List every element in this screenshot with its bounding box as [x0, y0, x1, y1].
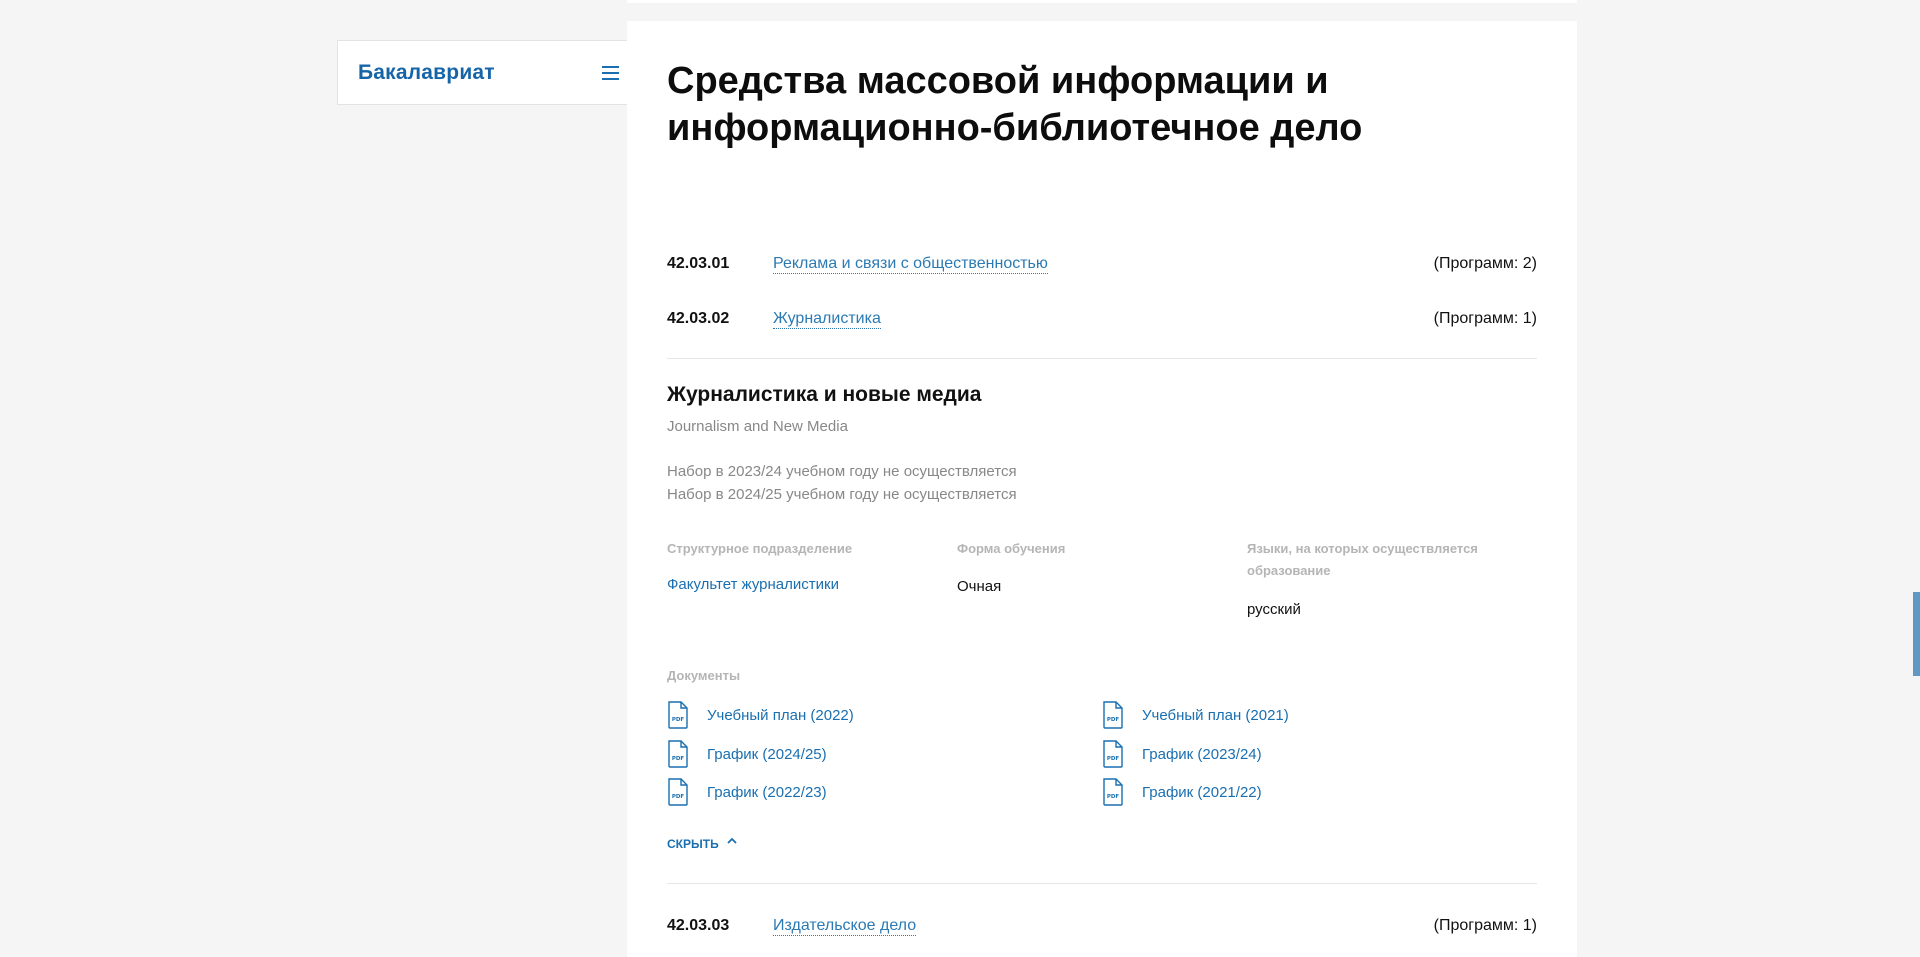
document-label: График (2024/25): [707, 746, 827, 763]
scrollbar-thumb[interactable]: [1913, 592, 1920, 676]
svg-text:PDF: PDF: [1107, 794, 1120, 800]
languages-value: русский: [1247, 601, 1301, 618]
pdf-file-icon: PDF: [668, 778, 688, 806]
pdf-file-icon: PDF: [668, 740, 688, 768]
document-label: Учебный план (2022): [707, 707, 854, 724]
specialty-link[interactable]: Реклама и связи с общественностью: [773, 255, 1048, 274]
document-label: График (2022/23): [707, 784, 827, 801]
enrollment-note: Набор в 2023/24 учебном году не осуществ…: [667, 463, 1017, 480]
specialty-link[interactable]: Журналистика: [773, 310, 881, 329]
svg-text:PDF: PDF: [672, 717, 685, 723]
enrollment-note: Набор в 2024/25 учебном году не осуществ…: [667, 486, 1017, 503]
study-form-label: Форма обучения: [957, 541, 1066, 556]
department-label: Структурное подразделение: [667, 541, 853, 556]
languages-label: Языки, на которых осуществляется образов…: [1247, 541, 1478, 578]
department-link[interactable]: Факультет журналистики: [667, 576, 839, 593]
specialty-code: 42.03.01: [667, 255, 730, 272]
specialty-code: 42.03.03: [667, 917, 730, 934]
page: Бакалавриат Средства массовой информации…: [0, 0, 1920, 957]
specialty-row: 42.03.03 Издательское дело (Программ: 1): [667, 915, 1537, 939]
program-title: Журналистика и новые медиа: [667, 383, 982, 406]
main-content: Средства массовой информации и информаци…: [627, 21, 1577, 957]
svg-text:PDF: PDF: [672, 794, 685, 800]
top-strip: [627, 0, 1577, 3]
study-form-value: Очная: [957, 578, 1002, 595]
pdf-file-icon: PDF: [1103, 778, 1123, 806]
specialty-row: 42.03.01 Реклама и связи с общественност…: [667, 253, 1537, 277]
program-subtitle: Journalism and New Media: [667, 418, 848, 435]
program-count: (Программ: 2): [1433, 255, 1537, 272]
hamburger-icon[interactable]: [602, 65, 619, 81]
document-label: График (2023/24): [1142, 746, 1262, 763]
svg-text:PDF: PDF: [1107, 756, 1120, 762]
specialty-row: 42.03.02 Журналистика (Программ: 1): [667, 308, 1537, 332]
divider: [667, 358, 1537, 359]
pdf-file-icon: PDF: [1103, 701, 1123, 729]
pdf-file-icon: PDF: [1103, 740, 1123, 768]
chevron-up-icon: [727, 837, 737, 844]
program-count: (Программ: 1): [1433, 310, 1537, 327]
pdf-file-icon: PDF: [668, 701, 688, 729]
document-label: График (2021/22): [1142, 784, 1262, 801]
program-count: (Программ: 1): [1433, 917, 1537, 934]
sidebar-title[interactable]: Бакалавриат: [358, 61, 495, 85]
sidebar-card: Бакалавриат: [337, 40, 644, 105]
page-title: Средства массовой информации и информаци…: [667, 60, 1363, 149]
specialty-link[interactable]: Издательское дело: [773, 917, 917, 936]
svg-text:PDF: PDF: [1107, 717, 1120, 723]
svg-text:PDF: PDF: [672, 756, 685, 762]
document-label: Учебный план (2021): [1142, 707, 1289, 724]
divider: [667, 883, 1537, 884]
hide-toggle-label: СКРЫТЬ: [667, 837, 719, 851]
hide-toggle-button[interactable]: СКРЫТЬ: [667, 837, 737, 851]
documents-label: Документы: [667, 668, 741, 683]
specialty-code: 42.03.02: [667, 310, 730, 327]
